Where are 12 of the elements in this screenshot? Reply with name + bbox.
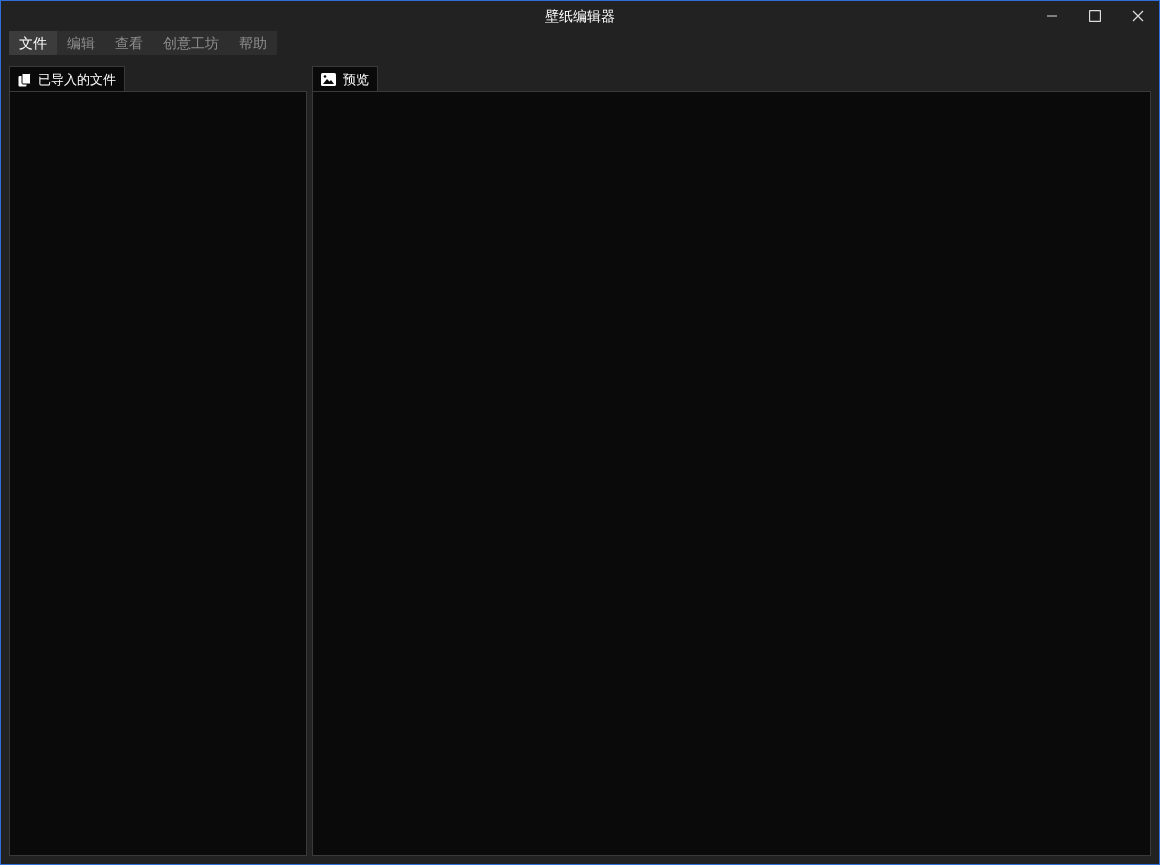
close-icon — [1131, 10, 1144, 22]
maximize-icon — [1088, 10, 1101, 22]
panel-tab[interactable]: 预览 — [312, 66, 378, 92]
image-icon — [321, 73, 336, 86]
menu-item[interactable]: 创意工坊 — [153, 31, 229, 55]
copy-icon — [18, 72, 31, 87]
menu-item[interactable]: 编辑 — [57, 31, 105, 55]
menu-item[interactable]: 帮助 — [229, 31, 277, 55]
window-title: 壁纸编辑器 — [545, 6, 615, 26]
panel-tab[interactable]: 已导入的文件 — [9, 66, 125, 92]
menu-item[interactable]: 查看 — [105, 31, 153, 55]
menu-item[interactable]: 文件 — [9, 31, 57, 55]
